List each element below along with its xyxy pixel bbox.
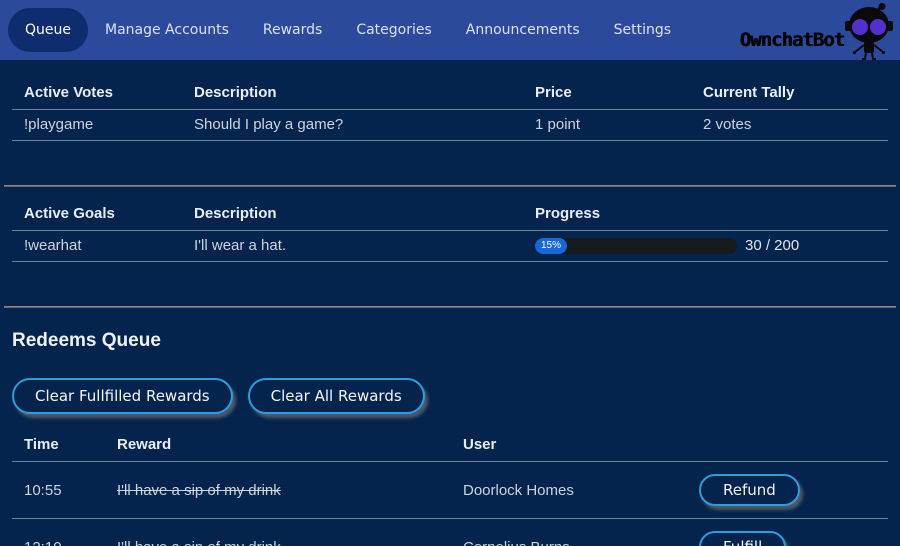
redeems-header-reward: Reward [105,428,451,462]
clear-fulfilled-rewards-button[interactable]: Clear Fullfilled Rewards [12,378,233,414]
top-navbar: Queue Manage Accounts Rewards Categories… [0,0,900,60]
goal-progress-cell: 15% 30 / 200 [523,231,888,262]
redeem-action-cell: Fulfill [687,519,888,546]
goal-progress-fill: 15% [535,238,567,254]
fulfill-button[interactable]: Fulfill [699,531,786,546]
votes-header-tally: Current Tally [691,76,888,110]
redeem-time: 12:10 [12,519,105,546]
tab-queue[interactable]: Queue [8,8,88,52]
redeem-reward-text: I'll have a sip of my drink [117,482,281,499]
goals-header-command: Active Goals [12,197,182,231]
vote-description: Should I play a game? [182,110,523,141]
redeems-header-time: Time [12,428,105,462]
tab-manage-accounts[interactable]: Manage Accounts [88,8,246,52]
votes-header-row: Active Votes Description Price Current T… [12,76,888,110]
redeems-queue-title: Redeems Queue [12,330,888,352]
redeem-user: Cornelius Burns [451,519,687,546]
goal-row: !wearhat I'll wear a hat. 15% 30 / 200 [12,231,888,262]
clear-all-rewards-button[interactable]: Clear All Rewards [248,378,425,414]
goals-header-row: Active Goals Description Progress [12,197,888,231]
tab-categories[interactable]: Categories [339,8,448,52]
main-content: Active Votes Description Price Current T… [0,60,900,546]
goal-command: !wearhat [12,231,182,262]
refund-button[interactable]: Refund [699,474,800,506]
redeems-table: Time Reward User 10:55 I'll have a sip o… [12,428,888,546]
goal-progress-percent-label: 15% [541,240,561,251]
redeems-header-row: Time Reward User [12,428,888,462]
robot-mascot-icon [840,2,898,60]
app-logo: OwnchatBot [740,0,900,60]
active-votes-table: Active Votes Description Price Current T… [12,76,888,141]
goal-progress-bar: 15% [535,238,737,254]
redeem-row: 12:10 I'll have a sip of my drink Cornel… [12,519,888,546]
vote-tally: 2 votes [691,110,888,141]
logo-text: OwnchatBot [740,29,844,60]
goal-progress-value: 30 / 200 [745,237,799,254]
active-goals-table: Active Goals Description Progress !wearh… [12,197,888,262]
redeems-section: Redeems Queue Clear Fullfilled Rewards C… [12,330,888,546]
section-divider [4,306,896,308]
tab-announcements[interactable]: Announcements [449,8,597,52]
goals-header-description: Description [182,197,523,231]
redeem-action-cell: Refund [687,462,888,519]
vote-row: !playgame Should I play a game? 1 point … [12,110,888,141]
votes-header-command: Active Votes [12,76,182,110]
vote-command: !playgame [12,110,182,141]
section-divider [4,185,896,187]
tab-rewards[interactable]: Rewards [246,8,339,52]
redeem-user: Doorlock Homes [451,462,687,519]
redeem-time: 10:55 [12,462,105,519]
redeems-header-actions [687,428,888,462]
vote-price: 1 point [523,110,691,141]
redeem-reward-text: I'll have a sip of my drink [117,539,281,546]
redeems-header-user: User [451,428,687,462]
goals-header-progress: Progress [523,197,888,231]
goal-description: I'll wear a hat. [182,231,523,262]
redeem-reward: I'll have a sip of my drink [105,519,451,546]
redeem-row: 10:55 I'll have a sip of my drink Doorlo… [12,462,888,519]
redeem-reward: I'll have a sip of my drink [105,462,451,519]
votes-header-description: Description [182,76,523,110]
tab-settings[interactable]: Settings [597,8,688,52]
redeems-actions: Clear Fullfilled Rewards Clear All Rewar… [12,378,888,414]
votes-header-price: Price [523,76,691,110]
